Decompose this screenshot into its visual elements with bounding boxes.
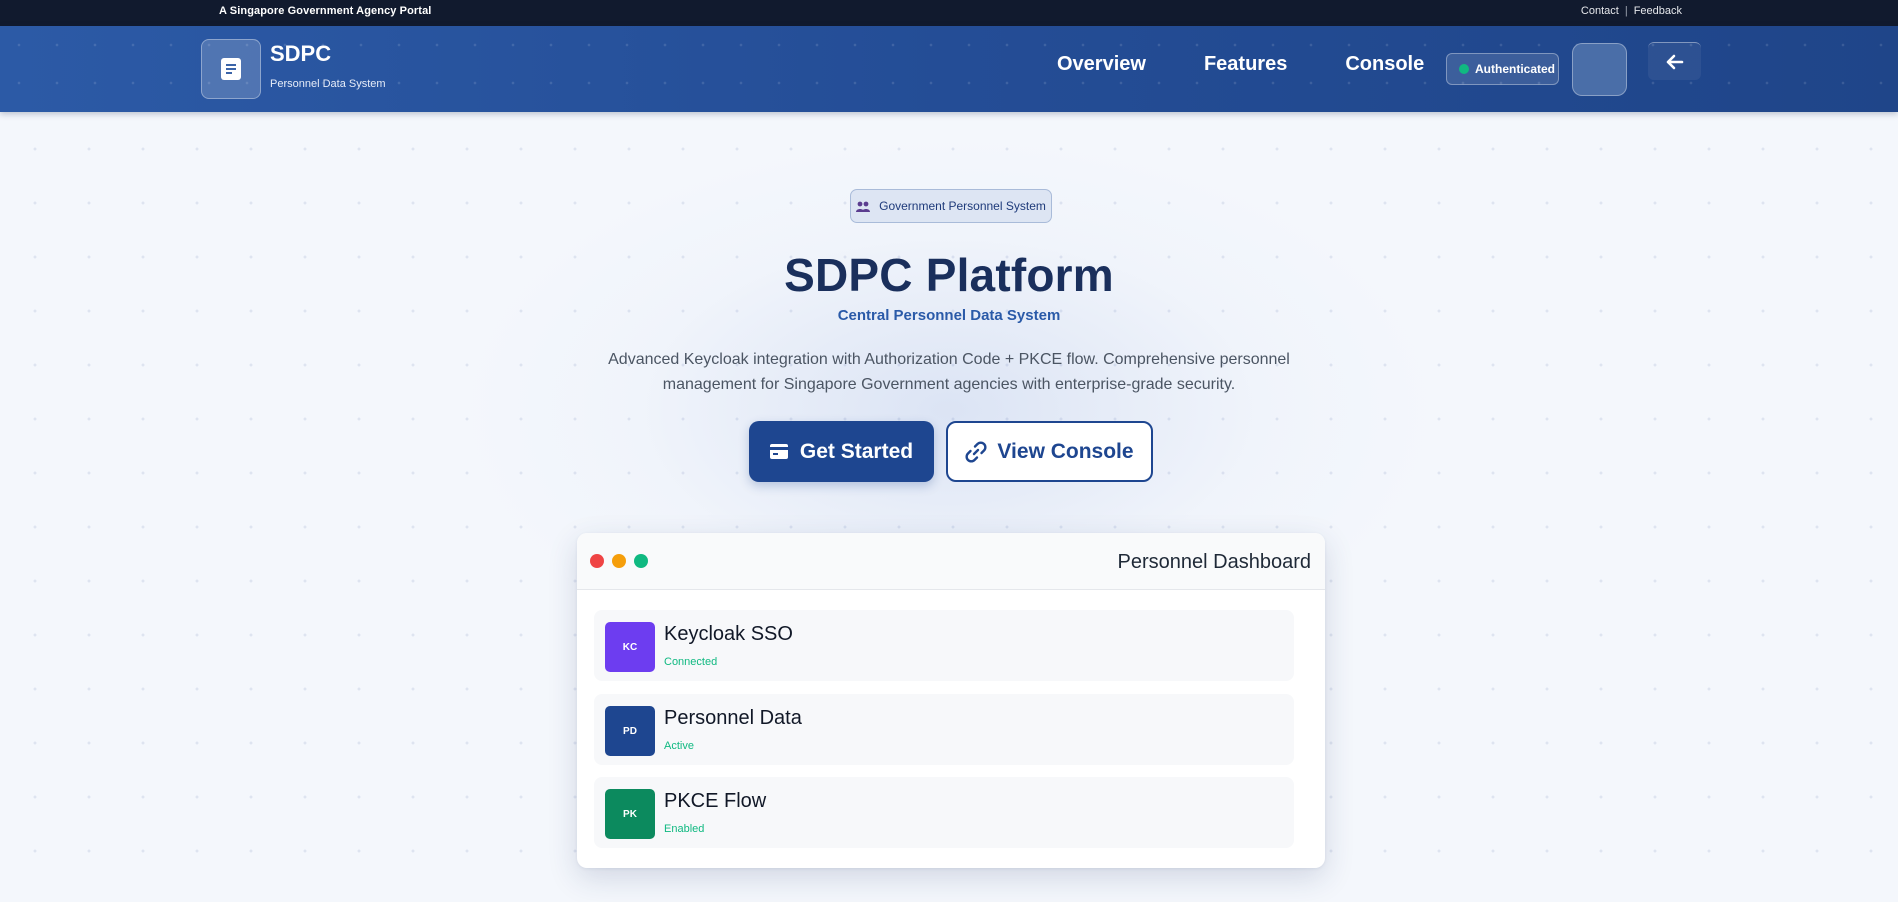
list-item-name: Keycloak SSO — [664, 623, 793, 645]
list-item-name: Personnel Data — [664, 707, 802, 729]
nav-overview[interactable]: Overview — [1057, 53, 1146, 76]
nav-features[interactable]: Features — [1204, 53, 1287, 76]
contact-link[interactable]: Contact — [1581, 5, 1619, 17]
auth-status-label: Authenticated — [1475, 62, 1556, 76]
window-minimize-dot — [612, 554, 626, 568]
nav-console[interactable]: Console — [1345, 53, 1424, 76]
government-masthead: A Singapore Government Agency Portal Con… — [0, 0, 1898, 26]
link-icon — [965, 440, 987, 463]
list-item-status: Enabled — [664, 823, 705, 835]
site-header: SDPC Personnel Data System Overview Feat… — [0, 26, 1898, 112]
brand-title: SDPC — [270, 41, 332, 66]
list-item-keycloak[interactable]: KC Keycloak SSO Connected — [594, 610, 1294, 681]
hero-tag-label: Government Personnel System — [879, 199, 1046, 213]
feedback-link[interactable]: Feedback — [1634, 5, 1682, 17]
hero-title: SDPC Platform — [784, 249, 1114, 301]
get-started-label: Get Started — [799, 439, 914, 463]
window-close-dot — [590, 554, 604, 568]
logo[interactable] — [201, 39, 261, 99]
list-item-status: Connected — [664, 656, 718, 668]
document-icon — [221, 58, 241, 80]
window-maximize-dot — [634, 554, 648, 568]
get-started-button[interactable]: Get Started — [749, 421, 934, 482]
status-dot-icon — [1459, 64, 1469, 74]
list-item-pkce-flow[interactable]: PK PKCE Flow Enabled — [594, 777, 1294, 848]
hero-subtitle: Central Personnel Data System — [837, 307, 1061, 324]
logout-button[interactable] — [1648, 42, 1701, 80]
hero-tag: Government Personnel System — [850, 189, 1052, 223]
masthead-links: Contact | Feedback — [1581, 5, 1682, 17]
main-nav: Overview Features Console — [1057, 53, 1424, 76]
user-avatar-button[interactable] — [1572, 43, 1627, 96]
view-console-label: View Console — [997, 439, 1134, 463]
portal-label: A Singapore Government Agency Portal — [219, 5, 432, 17]
arrow-left-icon — [1666, 54, 1683, 69]
dashboard-preview-card: Personnel Dashboard KC Keycloak SSO Conn… — [577, 533, 1325, 868]
view-console-button[interactable]: View Console — [946, 421, 1153, 482]
list-item-name: PKCE Flow — [664, 790, 767, 812]
keycloak-badge-icon: KC — [605, 622, 655, 672]
dashboard-title: Personnel Dashboard — [1117, 551, 1311, 573]
hero-description: Advanced Keycloak integration with Autho… — [608, 351, 1290, 393]
brand-subtitle: Personnel Data System — [270, 78, 386, 90]
list-item-personnel-data[interactable]: PD Personnel Data Active — [594, 694, 1294, 765]
pkce-badge-icon: PK — [605, 789, 655, 839]
personnel-data-badge-icon: PD — [605, 706, 655, 756]
users-icon — [856, 201, 871, 212]
list-item-status: Active — [664, 740, 694, 752]
id-card-icon — [769, 444, 788, 459]
card-header: Personnel Dashboard — [577, 533, 1325, 590]
link-separator: | — [1624, 5, 1628, 17]
auth-status-badge: Authenticated — [1446, 53, 1559, 85]
